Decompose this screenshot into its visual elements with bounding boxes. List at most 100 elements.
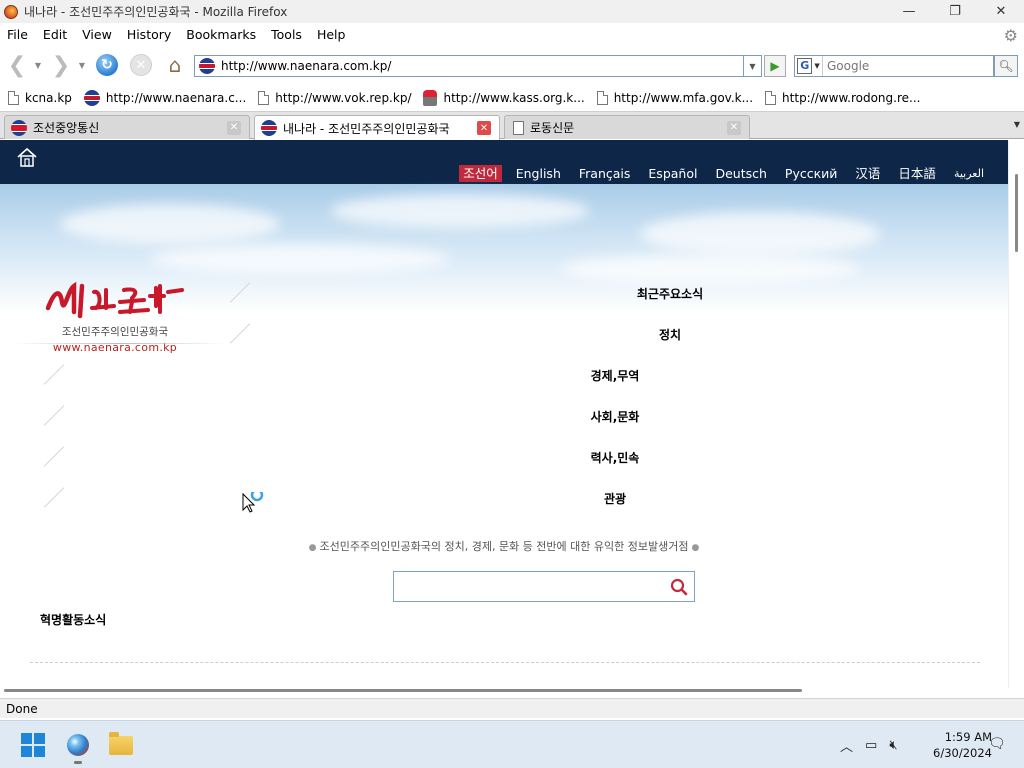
busy-cursor-icon [242, 492, 264, 513]
taskbar-file-explorer-button[interactable] [105, 729, 137, 761]
close-tab-icon[interactable]: ✕ [477, 121, 491, 135]
bookmark-label: http://www.naenara.c... [105, 91, 247, 105]
section-divider [30, 662, 980, 663]
site-search-input[interactable] [393, 571, 695, 602]
menu-history[interactable]: History [120, 27, 179, 42]
lang-spanish[interactable]: Español [644, 165, 701, 182]
lang-chinese[interactable]: 汉语 [851, 165, 884, 182]
menu-help[interactable]: Help [310, 27, 354, 42]
bookmark-label: http://www.vok.rep.kp/ [275, 91, 412, 105]
back-history-dropdown-icon[interactable]: ▼ [32, 53, 44, 77]
tab-label: 조선중앙통신 [33, 121, 100, 135]
folder-icon [109, 731, 133, 755]
vertical-scrollbar[interactable] [1008, 140, 1024, 688]
nav-history-folk[interactable]: 력사,민속 [405, 449, 825, 466]
menu-view[interactable]: View [75, 27, 120, 42]
nav-economy-trade[interactable]: 경제,무역 [405, 367, 825, 384]
close-tab-icon[interactable]: ✕ [227, 120, 241, 135]
network-icon[interactable]: ▭ [865, 738, 877, 753]
notification-icon[interactable]: 🗨︎ [988, 736, 1006, 752]
flag-icon [261, 120, 277, 136]
close-tab-icon[interactable]: ✕ [727, 120, 741, 135]
nav-tourism[interactable]: 관광 [405, 490, 825, 507]
bookmark-rodong[interactable]: http://www.rodong.re... [765, 91, 920, 105]
tab-list-dropdown-icon[interactable]: ▼ [1014, 120, 1020, 129]
lang-arabic[interactable]: العربية [950, 165, 988, 182]
url-text: http://www.naenara.com.kp/ [221, 59, 392, 73]
site-header: 조선어 English Français Español Deutsch Рус… [0, 140, 1008, 184]
page-icon [596, 91, 608, 105]
chevron-up-icon[interactable]: ︿ [840, 736, 853, 755]
horizontal-scrollbar[interactable] [0, 682, 1008, 698]
tab-naenara[interactable]: 내나라 - 조선민주주의인민공화국 ✕ [254, 115, 500, 140]
firefox-icon [67, 734, 89, 756]
forward-button[interactable]: ❯ [48, 53, 74, 78]
tab-kcna[interactable]: 조선중앙통신 ✕ [4, 115, 250, 139]
start-button[interactable] [17, 729, 49, 761]
google-icon: G [797, 58, 813, 74]
page-icon [513, 120, 524, 135]
url-dropdown-icon[interactable]: ▼ [744, 55, 762, 77]
menu-file[interactable]: File [0, 27, 36, 42]
search-icon[interactable] [670, 578, 688, 596]
stop-button[interactable]: ✕ [128, 53, 154, 77]
search-engine-selector[interactable]: G ▼ [795, 56, 823, 76]
lang-german[interactable]: Deutsch [711, 165, 770, 182]
scrollbar-thumb[interactable] [4, 689, 802, 692]
page-icon [258, 91, 270, 105]
search-input[interactable]: G ▼ Google [794, 55, 994, 77]
nav-latest-news[interactable]: 최근주요소식 [460, 285, 880, 302]
nav-society-culture[interactable]: 사회,문화 [405, 408, 825, 425]
bookmark-kcna[interactable]: kcna.kp [8, 91, 72, 105]
tab-rodong[interactable]: 로동신문 ✕ [504, 115, 750, 139]
bookmark-label: kcna.kp [25, 91, 72, 105]
scrollbar-thumb[interactable] [1015, 174, 1018, 252]
bullet-icon: ● [691, 543, 700, 553]
url-bar[interactable]: http://www.naenara.com.kp/ [194, 55, 744, 77]
language-bar: 조선어 English Français Español Deutsch Рус… [449, 165, 988, 182]
minimize-button[interactable]: — [886, 0, 932, 23]
volume-muted-icon[interactable]: 🔇︎ [889, 738, 897, 753]
logo-divider [14, 343, 224, 344]
menu-bookmarks[interactable]: Bookmarks [179, 27, 264, 42]
menu-tools[interactable]: Tools [264, 27, 310, 42]
activity-gear-icon: ⚙ [1003, 26, 1018, 45]
bookmark-mfa[interactable]: http://www.mfa.gov.k... [596, 91, 753, 105]
bookmark-vok[interactable]: http://www.vok.rep.kp/ [258, 91, 411, 105]
tab-label: 로동신문 [530, 121, 575, 135]
search-button[interactable]: 🔍︎ [994, 55, 1018, 77]
lang-korean[interactable]: 조선어 [459, 165, 502, 182]
firefox-icon [4, 4, 18, 19]
lang-japanese[interactable]: 日本語 [894, 165, 940, 182]
status-text: Done [6, 701, 38, 716]
site-home-icon[interactable] [16, 146, 38, 168]
flag-icon [83, 90, 100, 106]
forward-history-dropdown-icon[interactable]: ▼ [76, 53, 88, 77]
close-button[interactable]: ✕ [978, 0, 1024, 23]
lang-english[interactable]: English [512, 165, 565, 182]
revolutionary-activity-news-heading[interactable]: 혁명활동소식 [40, 611, 106, 628]
page-content: 조선어 English Français Español Deutsch Рус… [0, 140, 1008, 688]
taskbar-firefox-button[interactable] [62, 729, 94, 764]
reload-button[interactable]: ↻ [94, 53, 120, 77]
restore-button[interactable]: ❐ [932, 0, 978, 23]
tagline-text: 조선민주주의인민공화국의 정치, 경제, 문화 등 전반에 대한 유익한 정보발… [319, 540, 689, 553]
lang-russian[interactable]: Русский [781, 165, 841, 182]
menu-bar: File Edit View History Bookmarks Tools H… [0, 23, 1024, 45]
torch-icon [423, 90, 438, 106]
decorative-slash [43, 364, 65, 385]
home-button[interactable]: ⌂ [162, 53, 188, 77]
logo-subtitle: 조선민주주의인민공화국 [61, 326, 169, 338]
reload-icon: ↻ [96, 54, 118, 76]
bookmark-naenara[interactable]: http://www.naenara.c... [83, 90, 247, 106]
back-button[interactable]: ❮ [4, 53, 30, 78]
clock[interactable]: 1:59 AM 6/30/2024 [918, 729, 992, 761]
decorative-slash [229, 323, 251, 344]
nav-politics[interactable]: 정치 [460, 326, 880, 343]
lang-french[interactable]: Français [575, 165, 635, 182]
menu-edit[interactable]: Edit [36, 27, 75, 42]
go-button[interactable]: ▶ [764, 55, 786, 77]
window-titlebar: 내나라 - 조선민주주의인민공화국 - Mozilla Firefox — ❐ … [0, 0, 1024, 23]
decorative-slash [43, 487, 65, 508]
bookmark-kass[interactable]: http://www.kass.org.k... [423, 90, 585, 106]
